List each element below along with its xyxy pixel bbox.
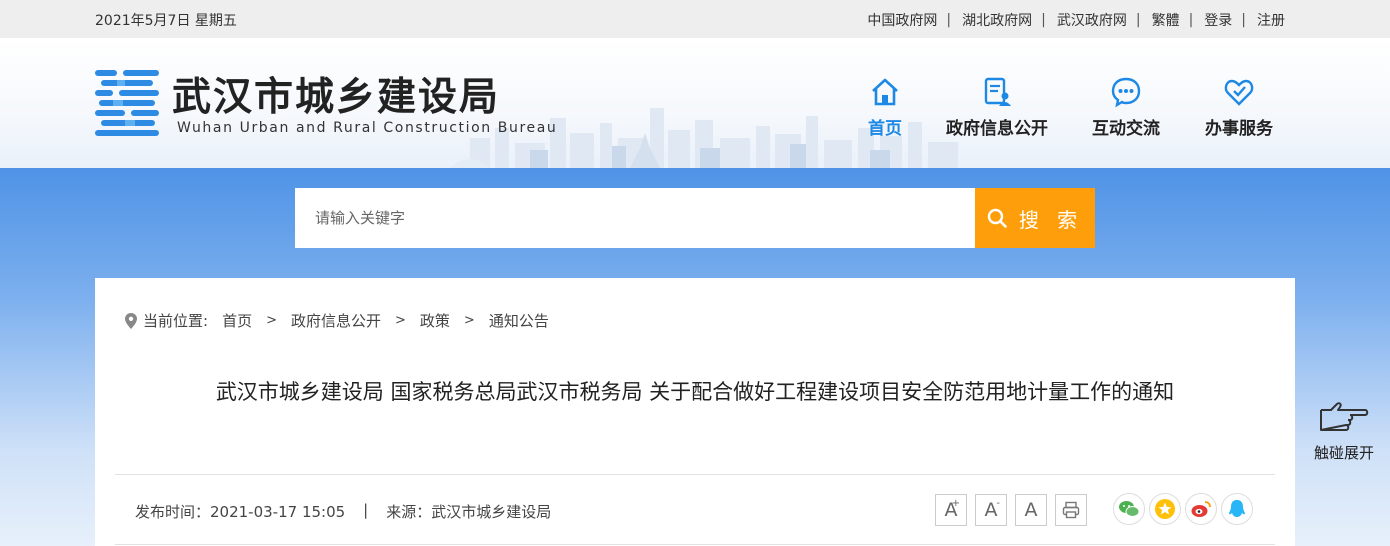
plus-sign: + (951, 498, 960, 509)
share-buttons (1113, 493, 1257, 525)
divider: | (1188, 12, 1194, 28)
top-bar: 2021年5月7日 星期五 中国政府网 | 湖北政府网 | 武汉政府网 | 繁體… (0, 0, 1390, 38)
pointing-hand-icon (1320, 402, 1369, 431)
weibo-icon (1191, 501, 1211, 517)
home-icon (872, 78, 898, 106)
heart-service-icon (1224, 79, 1254, 106)
font-reset-button[interactable]: A (1015, 494, 1047, 526)
login-link[interactable]: 登录 (1204, 10, 1232, 30)
divider: | (1041, 12, 1046, 28)
site-subtitle: Wuhan Urban and Rural Construction Burea… (177, 120, 558, 136)
article-card: 当前位置: 首页 > 政府信息公开 > 政策 > 通知公告 武汉市城乡建设局 国… (95, 278, 1295, 546)
print-button[interactable] (1055, 494, 1087, 526)
font-size-tools: A + A- A (935, 494, 1095, 526)
share-weibo-button[interactable] (1185, 493, 1217, 525)
font-decrease-button[interactable]: A- (975, 494, 1007, 526)
search-icon (987, 208, 1007, 228)
site-title: 武汉市城乡建设局 (172, 75, 501, 120)
current-date: 2021年5月7日 星期五 (95, 13, 237, 29)
breadcrumb-separator: > (395, 313, 406, 328)
meta-divider (115, 544, 1275, 545)
breadcrumb: 当前位置: 首页 > 政府信息公开 > 政策 > 通知公告 (125, 310, 549, 331)
breadcrumb-gov-info[interactable]: 政府信息公开 (291, 310, 381, 331)
site-header: 武汉市城乡建设局 Wuhan Urban and Rural Construct… (0, 38, 1390, 168)
article-title: 武汉市城乡建设局 国家税务总局武汉市税务局 关于配合做好工程建设项目安全防范用地… (215, 380, 1175, 404)
article-source: 来源：武汉市城乡建设局 (386, 503, 552, 521)
location-pin-icon (125, 312, 137, 329)
breadcrumb-home[interactable]: 首页 (222, 310, 252, 331)
printer-icon (1062, 501, 1080, 519)
font-increase-button[interactable]: A + (935, 494, 967, 526)
link-wuhan-gov[interactable]: 武汉政府网 (1057, 10, 1127, 30)
touch-expand-label: 触碰展开 (1313, 444, 1374, 462)
nav-gov-info-label: 政府信息公开 (946, 119, 1048, 139)
nav-home-label: 首页 (868, 119, 902, 139)
breadcrumb-separator: > (266, 313, 277, 328)
share-wechat-button[interactable] (1113, 493, 1145, 525)
meta-separator: | (363, 501, 369, 519)
traditional-chinese-toggle[interactable]: 繁體 (1152, 10, 1180, 30)
title-divider (115, 474, 1275, 475)
publish-time: 发布时间：2021-03-17 15:05 (135, 503, 346, 521)
search-button[interactable]: 搜 索 (975, 188, 1095, 248)
font-reset-label: A (1024, 499, 1038, 521)
chat-bubble-icon (1111, 77, 1141, 108)
nav-services-label: 办事服务 (1205, 119, 1273, 139)
favorite-star-icon (1155, 499, 1175, 519)
breadcrumb-separator: > (463, 313, 475, 328)
share-favorite-button[interactable] (1149, 493, 1181, 525)
search-button-label: 搜 索 (1018, 207, 1084, 232)
minus-sign: - (996, 498, 1000, 509)
breadcrumb-notices[interactable]: 通知公告 (489, 310, 549, 331)
wechat-icon (1119, 501, 1140, 517)
nav-gov-info[interactable]: 政府信息公开 (937, 76, 1057, 139)
breadcrumb-prefix: 当前位置: (143, 312, 209, 330)
nav-services[interactable]: 办事服务 (1179, 76, 1299, 139)
nav-interaction[interactable]: 互动交流 (1066, 76, 1186, 139)
document-user-icon (984, 77, 1011, 106)
share-qq-button[interactable] (1221, 493, 1253, 525)
search-input[interactable] (295, 188, 975, 248)
qq-icon (1229, 500, 1245, 517)
nav-home[interactable]: 首页 (825, 76, 945, 139)
touch-expand-button[interactable]: 触碰展开 (1306, 398, 1382, 463)
breadcrumb-policy[interactable]: 政策 (420, 310, 450, 331)
article-meta: 发布时间：2021-03-17 15:05 | 来源：武汉市城乡建设局 (135, 501, 551, 522)
nav-interaction-label: 互动交流 (1092, 119, 1160, 139)
divider: | (1241, 12, 1246, 28)
divider: | (1135, 12, 1141, 28)
link-hubei-gov[interactable]: 湖北政府网 (962, 10, 1032, 30)
bureau-logo[interactable] (95, 68, 161, 136)
register-link[interactable]: 注册 (1257, 10, 1285, 30)
link-china-gov[interactable]: 中国政府网 (867, 10, 937, 30)
divider: | (946, 12, 952, 28)
top-links: 中国政府网 | 湖北政府网 | 武汉政府网 | 繁體 | 登录 | 注册 (867, 10, 1285, 30)
